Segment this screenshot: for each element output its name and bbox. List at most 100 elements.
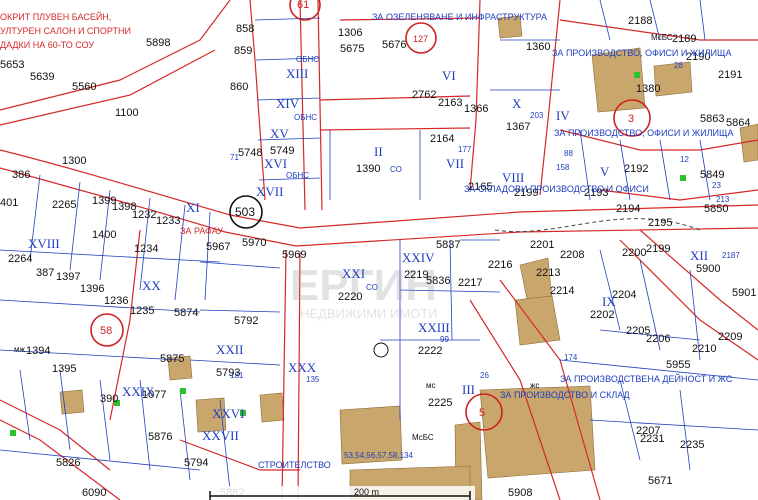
misc-number: 135: [306, 375, 320, 384]
parcel-number: 5748: [238, 147, 262, 159]
block-label: II: [374, 144, 383, 159]
parcel-number: 5826: [56, 457, 80, 469]
block-label: X: [512, 96, 522, 111]
parcel-number: 2217: [458, 277, 482, 289]
tree-marker: [680, 175, 686, 181]
parcel-number: 5875: [160, 353, 184, 365]
circle-label: 503: [235, 205, 255, 219]
small-code: ОБНС: [294, 113, 317, 122]
misc-number: 12: [680, 155, 689, 164]
block-label: XX: [142, 278, 161, 293]
small-code: ОБНС: [296, 55, 319, 64]
parcel-number: 2235: [680, 439, 704, 451]
parcel-number: 2195: [648, 217, 672, 229]
parcel-number: 2206: [646, 333, 670, 345]
block-label: XVI: [264, 156, 287, 171]
zone-label: ЗА ОЗЕЛЕНЯВАНЕ И ИНФРАСТРУКТУРА: [372, 12, 547, 22]
parcel-number: 1367: [506, 121, 530, 133]
parcel-number: 1232: [132, 209, 156, 221]
block-label: IV: [556, 108, 570, 123]
parcel-number: 390: [100, 393, 118, 405]
misc-number: 28: [674, 61, 683, 70]
parcel-number: 1234: [134, 243, 158, 255]
scale-bar: 200 m: [205, 486, 475, 500]
zone-label: ЗА ПРОИЗВОДСТВЕНА ДЕЙНОСТ И ЖС: [560, 373, 733, 384]
parcel-number: 2163: [438, 97, 462, 109]
block-label: XXVII: [202, 428, 239, 443]
block-label: XXI: [342, 266, 365, 281]
parcel-number: 2201: [530, 239, 554, 251]
block-label: XII: [690, 248, 708, 263]
parcel-number: 1236: [104, 295, 128, 307]
misc-number: 2187: [722, 251, 740, 260]
parcel-number: 2192: [624, 163, 648, 175]
parcel-number: 5901: [732, 287, 756, 299]
parcel-number: 1396: [80, 283, 104, 295]
circle-label: 3: [628, 113, 634, 125]
small-code: СО: [390, 165, 402, 174]
parcel-number: 5900: [696, 263, 720, 275]
parcel-number: 5969: [282, 249, 306, 261]
parcel-number: 5863: [700, 113, 724, 125]
block-label: V: [600, 164, 610, 179]
parcel-number: 2199: [646, 243, 670, 255]
parcel-number: 860: [230, 81, 248, 93]
tree-marker: [10, 430, 16, 436]
misc-number: 213: [716, 195, 730, 204]
parcel-number: 5955: [666, 359, 690, 371]
parcel-number: 1233: [156, 215, 180, 227]
parcel-number: 5671: [648, 475, 672, 487]
misc-number: 23: [712, 181, 721, 190]
block-labels: XIII XIV XV XVI XVII II VII VIII VI X IV…: [28, 66, 708, 443]
block-label: XIII: [286, 66, 308, 81]
parcel-number: 2164: [430, 133, 454, 145]
misc-number: 174: [564, 353, 578, 362]
point-marker: [373, 342, 389, 358]
block-label: XV: [270, 126, 289, 141]
block-label: XXII: [216, 342, 243, 357]
parcel-number: 1394: [26, 345, 50, 357]
parcel-number: 1306: [338, 27, 362, 39]
parcel-number: 401: [0, 197, 18, 209]
small-code: СО: [366, 283, 378, 292]
parcel-number: 5970: [242, 237, 266, 249]
parcel-number: 5836: [426, 275, 450, 287]
cadastral-map[interactable]: ЕРГИН НЕДВИЖИМИ ИМОТИ 61 127 503 58 3 5 …: [0, 0, 758, 500]
tree-marker: [634, 72, 640, 78]
building: [259, 392, 285, 423]
block-label: XVIII: [28, 236, 60, 251]
tree-marker: [180, 388, 186, 394]
parcel-number: 2191: [718, 69, 742, 81]
parcel-number: 2210: [692, 343, 716, 355]
misc-number: 99: [440, 335, 449, 344]
parcel-number: 1300: [62, 155, 86, 167]
parcel-number: 2219: [404, 269, 428, 281]
parcel-number: 5792: [234, 315, 258, 327]
parcel-number: 1380: [636, 83, 660, 95]
block-label: XXIX: [122, 384, 155, 399]
misc-number: 158: [556, 163, 570, 172]
small-code: ОБНС: [286, 171, 309, 180]
parcel-number: 2762: [412, 89, 436, 101]
building: [514, 295, 561, 346]
block-label: XXVI: [212, 406, 245, 421]
parcel-number: 1400: [92, 229, 116, 241]
circle-label: 127: [413, 34, 428, 44]
parcel-number: 5850: [704, 203, 728, 215]
parcel-number: 2214: [550, 285, 574, 297]
parcel-number: 2216: [488, 259, 512, 271]
zone-label: ЗА ПРОИЗВОДСТВО, ОФИСИ И ЖИЛИЩА: [552, 48, 731, 58]
scale-label: 200 m: [354, 487, 379, 497]
parcel-number: 1100: [115, 107, 139, 119]
zone-label: ОКРИТ ПЛУВЕН БАСЕЙН,: [0, 11, 111, 22]
block-label: VII: [446, 156, 464, 171]
parcel-number: 5874: [174, 307, 198, 319]
block-label: XVII: [256, 184, 283, 199]
parcel-number: 5898: [146, 37, 170, 49]
parcel-number: 1397: [56, 271, 80, 283]
block-label: XXIII: [418, 320, 450, 335]
parcel-number: 1366: [464, 103, 488, 115]
parcel-number: 5794: [184, 457, 208, 469]
parcel-number: 1395: [52, 363, 76, 375]
parcel-number: 2200: [622, 247, 646, 259]
